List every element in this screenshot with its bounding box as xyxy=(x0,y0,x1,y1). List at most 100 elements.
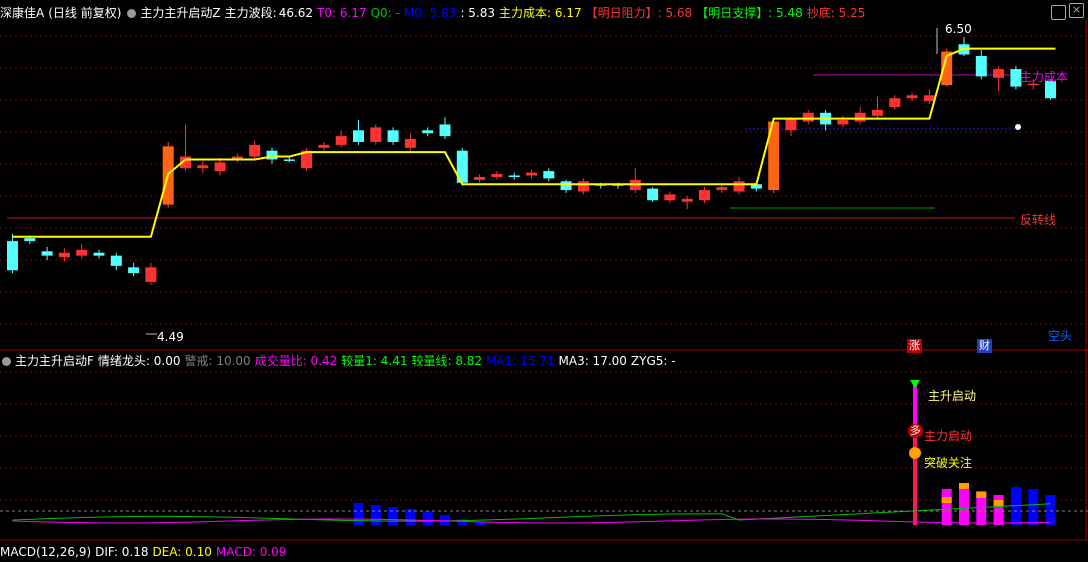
short-label: 空头 xyxy=(1048,329,1073,343)
candle-body xyxy=(872,109,883,116)
sub-indicator-name[interactable]: 主力主升启动F xyxy=(15,354,94,368)
candle-body xyxy=(58,252,70,258)
vol1-value: 较量1: 4.41 xyxy=(341,354,408,368)
candle-body xyxy=(7,241,18,271)
vol-line-value: 较量线: 8.82 xyxy=(411,354,483,368)
candle-body xyxy=(699,190,710,201)
stock-name[interactable]: 深康佳A xyxy=(0,6,44,20)
sub-bar xyxy=(959,485,969,525)
bottom-value: 抄底: 5.25 xyxy=(806,6,866,20)
wave-value: 46.62 xyxy=(278,6,314,20)
candle-body xyxy=(664,194,676,201)
q0-value: Q0: - xyxy=(370,6,400,20)
candle-body xyxy=(197,165,209,169)
sub-line-green xyxy=(12,503,1051,522)
signal-arrow-icon xyxy=(910,380,920,388)
candle-body xyxy=(560,181,572,191)
signal-breakout: 突破关注 xyxy=(924,456,973,470)
signal-main-start: 主力启动 xyxy=(924,429,973,443)
dea-value: DEA: 0.10 xyxy=(152,545,212,559)
signal-main-rise: 主升启动 xyxy=(928,389,977,403)
candle-body xyxy=(370,127,382,142)
candle-body xyxy=(145,267,157,282)
macd-value: MACD: 0.09 xyxy=(215,545,287,559)
candle-body xyxy=(508,175,520,177)
candle-body xyxy=(802,112,814,122)
sub-settings-dot-icon[interactable] xyxy=(2,357,11,366)
reversal-line-label: 反转线 xyxy=(1020,213,1057,227)
candle-body xyxy=(353,130,364,142)
mood-value: 情绪龙头: 0.00 xyxy=(97,354,181,368)
candle-body xyxy=(993,69,1005,78)
candle-body xyxy=(41,251,53,256)
candle-body xyxy=(543,171,555,179)
candle-body xyxy=(283,159,295,161)
m0b-value: : 5.83 xyxy=(460,6,496,20)
alert-value: 警戒: 10.00 xyxy=(184,354,251,368)
period-label[interactable]: (日线 前复权) xyxy=(48,6,121,20)
candle-body xyxy=(76,249,88,256)
candle-body xyxy=(647,188,659,201)
candle-body xyxy=(422,130,434,134)
sub-bar xyxy=(941,489,952,525)
sub-bar xyxy=(422,511,433,525)
low-price-label: 4.49 xyxy=(157,330,184,344)
sub-bar-highlight xyxy=(976,492,987,498)
wave-label: 主力波段: xyxy=(224,6,277,20)
macd-header: MACD(12,26,9) DIF: 0.18 DEA: 0.10 MACD: 0.0… xyxy=(0,542,1088,562)
candle-body xyxy=(93,252,105,256)
settings-dot-icon[interactable] xyxy=(127,9,137,18)
candle-body xyxy=(24,238,36,242)
candle-body xyxy=(249,144,261,157)
candle-body xyxy=(439,124,451,137)
candle-body xyxy=(577,181,589,192)
dif-value: DIF: 0.18 xyxy=(95,545,149,559)
sub-bar xyxy=(993,495,1004,525)
close-icon[interactable]: × xyxy=(1069,3,1084,18)
candle-body xyxy=(785,118,797,131)
sub-bar-highlight xyxy=(993,500,1004,506)
sub-bar-highlight xyxy=(959,483,969,489)
main-header: 深康佳A (日线 前复权) 主力主升启动Z 主力波段: 46.62 T0: 6.17 Q0:… xyxy=(0,3,1088,23)
indicator-name[interactable]: 主力主升启动Z xyxy=(140,6,220,20)
candle-body xyxy=(837,120,849,125)
last-price-dot xyxy=(1015,124,1021,130)
candle-body xyxy=(318,144,330,148)
candle-body xyxy=(128,267,140,274)
candle-body xyxy=(335,136,347,145)
candle-body xyxy=(923,95,935,102)
candle-body xyxy=(526,172,537,176)
sub-bar xyxy=(388,507,399,525)
sub-bar xyxy=(1045,495,1056,525)
duo-badge: 多 xyxy=(908,424,923,438)
support-value: 【明日支撑】: 5.48 xyxy=(696,6,803,20)
high-price-label: 6.50 xyxy=(945,22,972,36)
candle-body xyxy=(975,55,987,77)
candle-body xyxy=(474,176,486,180)
candle-body xyxy=(110,255,122,266)
gear-icon[interactable] xyxy=(1051,5,1066,20)
candle-body xyxy=(854,112,866,122)
t0-value: T0: 6.17 xyxy=(317,6,367,20)
candle-body xyxy=(906,95,918,99)
candle-body xyxy=(491,174,503,177)
candle-body xyxy=(404,139,416,148)
sub-bar-highlight xyxy=(941,497,952,503)
candle-body xyxy=(681,198,693,202)
zyg-value: ZYG5: - xyxy=(630,354,676,368)
macd-name[interactable]: MACD(12,26,9) xyxy=(0,545,91,559)
m0-value: M0: 5.83 xyxy=(403,6,457,20)
candle-body xyxy=(387,130,399,142)
sub-bar xyxy=(1028,489,1039,525)
cost-value: 主力成本: 6.17 xyxy=(499,6,582,20)
candle-body xyxy=(889,98,901,107)
volume-ratio-value: 成交量比: 0.42 xyxy=(254,354,338,368)
cost-line-label: 主力成本 xyxy=(1020,70,1069,84)
sub-line-magenta xyxy=(12,518,1051,524)
ma3-value: MA3: 17.00 xyxy=(558,354,627,368)
candle-body xyxy=(214,162,226,172)
candle-body xyxy=(716,187,728,191)
ma1-value: MA1: 15.71 xyxy=(486,354,555,368)
sub-bar xyxy=(370,505,381,525)
resistance-value: 【明日阻力】: 5.68 xyxy=(585,6,693,20)
